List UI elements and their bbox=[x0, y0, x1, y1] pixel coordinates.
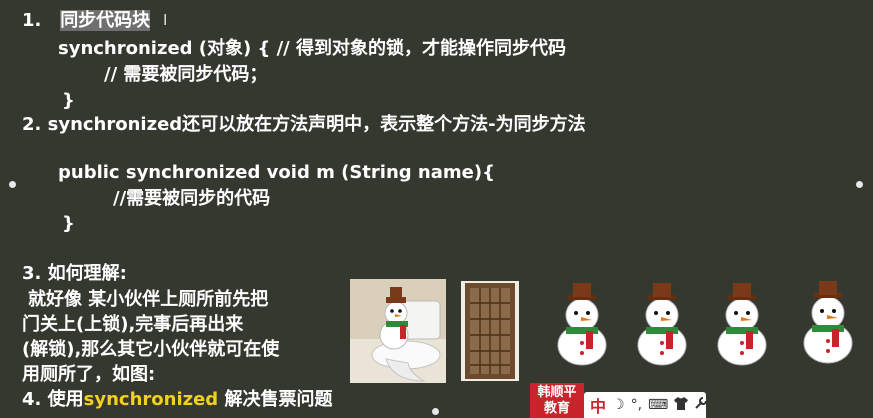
snowman-1-image bbox=[557, 283, 607, 366]
item-4-keyword: synchronized bbox=[83, 389, 219, 410]
code-line-5: //需要被同步的代码 bbox=[113, 188, 271, 209]
toilet-snowman-image bbox=[350, 279, 446, 383]
ime-language-toggle[interactable]: 中 bbox=[590, 393, 606, 417]
slide-handle-left[interactable] bbox=[9, 181, 16, 188]
item-3-text-3: (解锁),那么其它小伙伴就可在使 bbox=[22, 339, 280, 360]
slide-handle-right[interactable] bbox=[856, 181, 863, 188]
door-image bbox=[461, 281, 519, 381]
item-1-number: 1. bbox=[22, 10, 42, 31]
slide: 1. 同步代码块 I synchronized (对象) { // 得到对象的锁… bbox=[0, 0, 873, 418]
code-line-4: public synchronized void m (String name)… bbox=[58, 162, 495, 183]
item-1: 1. 同步代码块 bbox=[22, 9, 151, 33]
brand-badge-line-1: 韩顺平 bbox=[537, 385, 577, 400]
snowman-3-image bbox=[717, 283, 767, 366]
snowman-4-image bbox=[803, 281, 853, 364]
item-4-suffix: 解决售票问题 bbox=[218, 389, 333, 410]
item-2: 2. synchronized还可以放在方法声明中，表示整个方法-为同步方法 bbox=[22, 114, 586, 135]
item-3-text-2: 门关上(上锁),完事后再出来 bbox=[22, 314, 244, 335]
item-3-title: 3. 如何理解: bbox=[22, 263, 127, 284]
item-4: 4. 使用synchronized 解决售票问题 bbox=[22, 388, 332, 412]
ime-toolbar[interactable]: 中 ☽ °, ⌨ bbox=[584, 392, 708, 418]
code-line-2: // 需要被同步代码； bbox=[104, 64, 268, 85]
slide-handle-bottom[interactable] bbox=[432, 408, 439, 415]
brand-badge: 韩顺平 教育 bbox=[530, 383, 584, 418]
code-line-1: synchronized (对象) { // 得到对象的锁，才能操作同步代码 bbox=[58, 38, 567, 59]
code-line-6: } bbox=[62, 213, 75, 234]
wrench-icon[interactable] bbox=[694, 396, 708, 414]
brand-badge-line-2: 教育 bbox=[543, 401, 570, 416]
item-3-text-1: 就好像 某小伙伴上厕所前先把 bbox=[28, 289, 269, 310]
item-1-title[interactable]: 同步代码块 bbox=[60, 10, 151, 31]
item-3-text-4: 用厕所了，如图: bbox=[22, 364, 156, 385]
punctuation-icon[interactable]: °, bbox=[631, 397, 642, 413]
item-4-prefix: 4. 使用 bbox=[22, 389, 84, 410]
text-cursor-icon: I bbox=[163, 11, 168, 29]
shirt-icon[interactable] bbox=[674, 396, 689, 414]
code-line-3: } bbox=[62, 90, 75, 111]
snowman-2-image bbox=[637, 283, 687, 366]
moon-icon[interactable]: ☽ bbox=[612, 397, 625, 413]
keyboard-icon[interactable]: ⌨ bbox=[648, 397, 668, 413]
